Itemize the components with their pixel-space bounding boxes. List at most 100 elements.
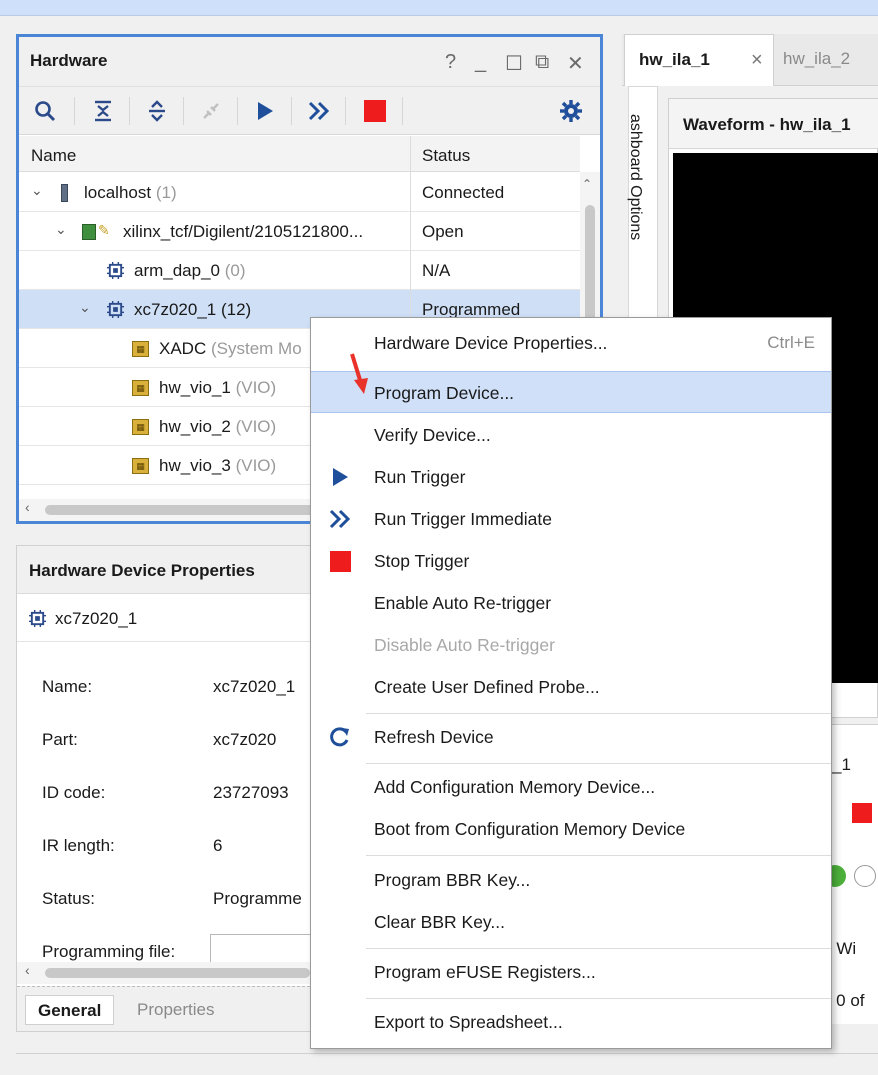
collapse-all-icon[interactable] <box>87 95 119 127</box>
row-status: N/A <box>422 261 451 280</box>
run-trigger-icon[interactable] <box>249 95 281 127</box>
row-count: (VIO) <box>235 417 277 436</box>
tab-hw-ila-1[interactable]: hw_ila_1 × <box>624 34 774 86</box>
run-immediate-icon[interactable] <box>303 95 335 127</box>
tree-row-target[interactable]: ⌄ ✎ xilinx_tcf/Digilent/2105121800... Op… <box>19 212 580 251</box>
hardware-toolbar <box>19 87 600 135</box>
row-name: hw_vio_3 <box>159 456 231 475</box>
menu-item-label: Hardware Device Properties... <box>374 333 608 353</box>
menu-item-label: Program eFUSE Registers... <box>374 962 596 982</box>
programming-file-field[interactable] <box>210 934 320 964</box>
menu-item-label: Export to Spreadsheet... <box>374 1012 563 1032</box>
menu-item-program-device[interactable]: Program Device... <box>311 371 831 413</box>
tree-row-arm-dap[interactable]: arm_dap_0 (0) N/A <box>19 251 580 290</box>
menu-separator <box>366 948 831 949</box>
stop-icon <box>327 549 353 573</box>
toolbar-separator <box>74 97 75 125</box>
hardware-panel-header: Hardware ? _ ☐ ⧉ ✕ <box>19 37 600 87</box>
menu-item-boot-config-memory[interactable]: Boot from Configuration Memory Device <box>311 808 831 850</box>
device-properties-subheader: xc7z020_1 <box>17 594 315 642</box>
menu-item-hardware-device-properties[interactable]: Hardware Device Properties... Ctrl+E <box>311 322 831 364</box>
column-name-header[interactable]: Name <box>31 146 76 166</box>
stop-icon[interactable] <box>359 95 391 127</box>
row-name: hw_vio_1 <box>159 378 231 397</box>
menu-item-enable-auto-retrigger[interactable]: Enable Auto Re-trigger <box>311 582 831 624</box>
chip-icon <box>107 301 124 318</box>
search-icon[interactable] <box>29 95 61 127</box>
top-strip <box>0 0 878 16</box>
property-label: Part: <box>42 730 78 749</box>
dashboard-options-label[interactable]: ashboard Options <box>626 114 644 240</box>
menu-item-add-config-memory[interactable]: Add Configuration Memory Device... <box>311 766 831 808</box>
menu-item-refresh-device[interactable]: Refresh Device <box>311 716 831 758</box>
menu-item-label: Enable Auto Re-trigger <box>374 593 552 613</box>
scroll-up-icon[interactable]: ⌃ <box>582 177 592 191</box>
menu-item-clear-bbr-key[interactable]: Clear BBR Key... <box>311 901 831 943</box>
chevron-down-icon[interactable]: ⌄ <box>79 299 91 316</box>
chevron-down-icon[interactable]: ⌄ <box>31 182 43 199</box>
menu-item-program-bbr-key[interactable]: Program BBR Key... <box>311 859 831 901</box>
expand-all-icon[interactable] <box>141 95 173 127</box>
tree-row-localhost[interactable]: ⌄ localhost (1) Connected <box>19 173 580 212</box>
scroll-left-icon[interactable]: ‹ <box>25 962 30 978</box>
menu-separator <box>366 855 831 856</box>
float-icon[interactable]: ⧉ <box>535 51 549 74</box>
ila-tabs: hw_ila_1 × hw_ila_2 <box>622 34 878 86</box>
pencil-icon: ✎ <box>98 222 110 238</box>
scroll-left-icon[interactable]: ‹ <box>25 499 30 515</box>
toolbar-separator <box>291 97 292 125</box>
tab-properties[interactable]: Properties <box>125 995 226 1025</box>
waveform-header: Waveform - hw_ila_1 <box>669 99 878 149</box>
menu-item-verify-device[interactable]: Verify Device... <box>311 414 831 456</box>
row-count: (1) <box>155 183 177 202</box>
row-count: (VIO) <box>235 378 277 397</box>
tab-fragment[interactable]: _1 <box>832 755 851 775</box>
column-status-header[interactable]: Status <box>422 146 470 166</box>
menu-item-export-spreadsheet[interactable]: Export to Spreadsheet... <box>311 1001 831 1043</box>
toolbar-separator <box>237 97 238 125</box>
toolbar-separator <box>402 97 403 125</box>
menu-item-program-efuse[interactable]: Program eFUSE Registers... <box>311 951 831 993</box>
core-icon: ▦ <box>132 341 149 357</box>
device-properties-panel: Hardware Device Properties xc7z020_1 Nam… <box>16 545 320 1032</box>
minimize-icon[interactable]: _ <box>475 51 486 74</box>
menu-item-label: Program BBR Key... <box>374 870 531 890</box>
device-properties-title: Hardware Device Properties <box>29 561 255 580</box>
row-status: Open <box>422 222 464 241</box>
chip-icon <box>29 610 46 627</box>
refresh-icon <box>327 725 353 749</box>
run-trigger-icon <box>327 465 353 489</box>
property-value: xc7z020_1 <box>213 677 296 696</box>
menu-item-run-trigger-immediate[interactable]: Run Trigger Immediate <box>311 498 831 540</box>
board-icon <box>82 224 96 240</box>
menu-item-run-trigger[interactable]: Run Trigger <box>311 456 831 498</box>
vertical-scroll-thumb[interactable] <box>585 205 595 325</box>
tab-general[interactable]: General <box>25 995 115 1025</box>
maximize-icon[interactable]: ☐ <box>505 51 523 76</box>
stop-icon[interactable] <box>852 803 872 823</box>
tab-hw-ila-2[interactable]: hw_ila_2 <box>783 49 850 69</box>
row-name: localhost <box>84 183 152 202</box>
property-label: Programming file: <box>42 942 176 961</box>
horizontal-scroll-thumb[interactable] <box>45 968 310 978</box>
annotation-arrow-icon <box>350 353 368 394</box>
menu-item-stop-trigger[interactable]: Stop Trigger <box>311 540 831 582</box>
close-icon[interactable]: × <box>751 49 763 72</box>
server-icon <box>61 184 68 202</box>
menu-item-label: Refresh Device <box>374 727 494 747</box>
chevron-down-icon[interactable]: ⌄ <box>55 221 67 238</box>
menu-item-label: Run Trigger Immediate <box>374 509 552 529</box>
help-icon[interactable]: ? <box>445 51 456 74</box>
device-properties-tabs: General Properties <box>17 986 315 1031</box>
close-icon[interactable]: ✕ <box>567 51 584 76</box>
menu-item-label: Clear BBR Key... <box>374 912 505 932</box>
chip-icon <box>107 262 124 279</box>
horizontal-scroll-thumb[interactable] <box>45 505 325 515</box>
property-value: Programme <box>213 889 302 908</box>
gear-icon[interactable] <box>555 95 587 127</box>
core-icon: ▦ <box>132 419 149 435</box>
bottom-tab-strip <box>16 1053 878 1075</box>
menu-item-create-user-defined-probe[interactable]: Create User Defined Probe... <box>311 666 831 708</box>
menu-separator <box>366 998 831 999</box>
device-properties-header: Hardware Device Properties <box>17 546 315 594</box>
